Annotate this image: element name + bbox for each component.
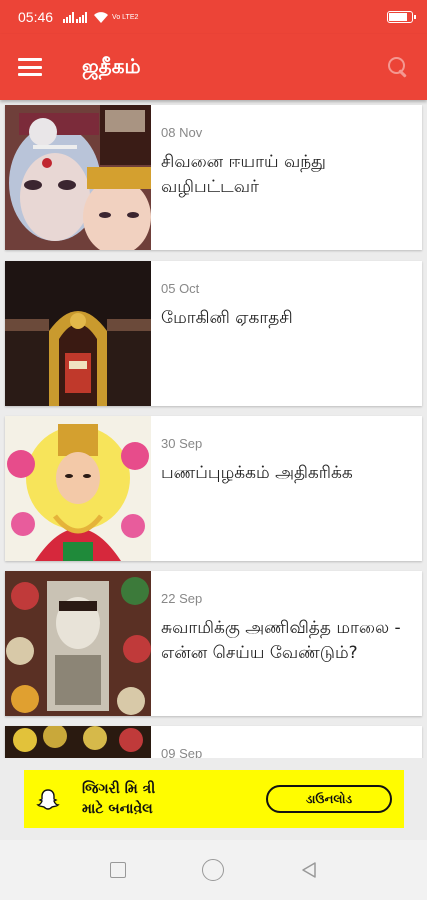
ad-area: જિગરી મિ ત્રી માટે બનાવે઼ેલ ડાઉનલોડ — [0, 758, 427, 840]
article-list: 08 Nov சிவனை ஈயாய் வந்து வழிபட்டவர் 05 O… — [0, 100, 427, 770]
article-card[interactable]: 22 Sep சுவாமிக்கு அணிவித்த மாலை - என்ன ச… — [5, 571, 422, 716]
snapchat-ghost-icon — [36, 787, 60, 811]
recent-apps-icon[interactable] — [106, 858, 130, 882]
article-date: 08 Nov — [161, 125, 203, 140]
article-thumbnail — [5, 416, 151, 561]
article-title: பணப்புழக்கம் அதிகரிக்க — [161, 463, 353, 483]
article-thumbnail — [5, 571, 151, 716]
article-date: 05 Oct — [161, 281, 200, 296]
page-title: ஜதீகம் — [82, 53, 141, 78]
article-date: 22 Sep — [161, 591, 203, 606]
status-time: 05:46 — [18, 9, 54, 25]
ad-line-2: માટે બનાવે઼ેલ — [82, 801, 153, 817]
ad-line-1: જિગરી મિ ત્રી — [82, 781, 156, 797]
ad-banner[interactable]: જિગરી મિ ત્રી માટે બનાવે઼ેલ ડાઉનલોડ — [24, 770, 404, 828]
ad-text: જિગરી મિ ત્રી માટે બનાવે઼ેલ — [82, 779, 155, 819]
menu-icon[interactable] — [18, 58, 42, 76]
signal-icon — [63, 11, 88, 23]
wifi-icon — [94, 11, 109, 23]
volte-label: Vo LTE2 — [112, 13, 139, 21]
article-card[interactable]: 30 Sep பணப்புழக்கம் அதிகரிக்க — [5, 416, 422, 561]
battery-icon — [387, 11, 416, 23]
article-thumbnail — [5, 105, 151, 250]
app-bar: ஜதீகம் — [0, 34, 427, 100]
system-nav-bar — [0, 840, 427, 900]
home-icon[interactable] — [201, 858, 225, 882]
article-card[interactable]: 05 Oct மோகினி ஏகாதசி — [5, 261, 422, 406]
article-title: சுவாமிக்கு அணிவித்த மாலை - என்ன செய்ய வே… — [161, 618, 401, 663]
article-thumbnail — [5, 261, 151, 406]
article-title: மோகினி ஏகாதசி — [161, 308, 293, 328]
search-icon[interactable] — [387, 56, 409, 78]
article-card[interactable]: 08 Nov சிவனை ஈயாய் வந்து வழிபட்டவர் — [5, 105, 422, 250]
status-bar: 05:46 Vo LTE2 — [0, 0, 427, 34]
article-title: சிவனை ஈயாய் வந்து வழிபட்டவர் — [161, 152, 326, 197]
back-icon[interactable] — [297, 858, 321, 882]
article-date: 30 Sep — [161, 436, 203, 451]
ad-download-button[interactable]: ડાઉનલોડ — [266, 785, 392, 813]
